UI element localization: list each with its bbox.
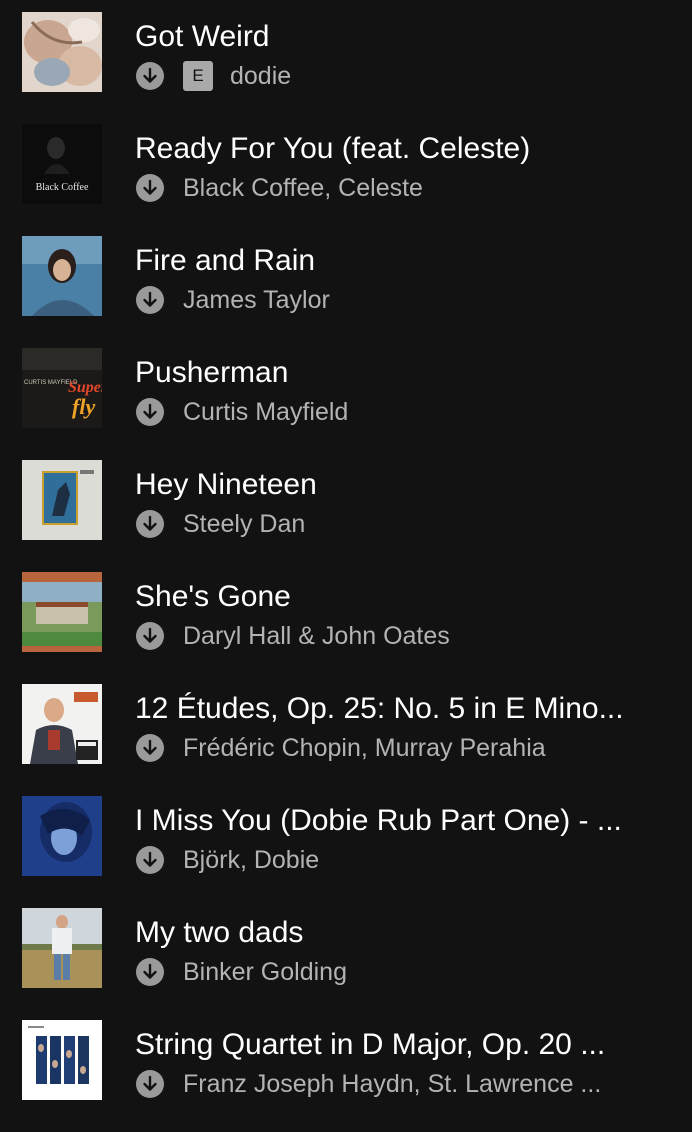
- download-arrow-icon: [136, 286, 164, 314]
- explicit-badge: E: [183, 61, 213, 91]
- track-row[interactable]: Hey Nineteen Steely Dan: [0, 460, 692, 572]
- track-meta: Binker Golding: [136, 957, 656, 987]
- track-title[interactable]: Fire and Rain: [135, 243, 655, 279]
- track-list: Got Weird E dodie Black Coffee Ready For…: [0, 0, 692, 1130]
- track-title[interactable]: She's Gone: [135, 579, 655, 615]
- track-artist[interactable]: Steely Dan: [183, 509, 305, 539]
- album-cover: CURTIS MAYFIELD Super fly: [22, 348, 102, 428]
- track-meta: E dodie: [136, 61, 656, 91]
- track-meta: James Taylor: [136, 285, 656, 315]
- download-arrow-icon: [136, 510, 164, 538]
- album-cover: [22, 572, 102, 652]
- track-title[interactable]: Hey Nineteen: [135, 467, 655, 503]
- track-row[interactable]: Fire and Rain James Taylor: [0, 236, 692, 348]
- track-meta: Daryl Hall & John Oates: [136, 621, 656, 651]
- track-artist[interactable]: Frédéric Chopin, Murray Perahia: [183, 733, 546, 763]
- album-cover: [22, 796, 102, 876]
- album-cover: [22, 12, 102, 92]
- track-meta: Steely Dan: [136, 509, 656, 539]
- track-artist[interactable]: Curtis Mayfield: [183, 397, 348, 427]
- track-row[interactable]: My two dads Binker Golding: [0, 908, 692, 1020]
- track-title[interactable]: Got Weird: [135, 19, 655, 55]
- track-title[interactable]: 12 Études, Op. 25: No. 5 in E Mino...: [135, 691, 655, 727]
- track-meta: Black Coffee, Celeste: [136, 173, 656, 203]
- album-cover: [22, 236, 102, 316]
- track-artist[interactable]: Binker Golding: [183, 957, 347, 987]
- track-meta: Curtis Mayfield: [136, 397, 656, 427]
- download-arrow-icon: [136, 958, 164, 986]
- album-cover: [22, 1020, 102, 1100]
- track-artist[interactable]: James Taylor: [183, 285, 330, 315]
- download-arrow-icon: [136, 174, 164, 202]
- download-arrow-icon: [136, 62, 164, 90]
- download-arrow-icon: [136, 1070, 164, 1098]
- album-cover: [22, 460, 102, 540]
- album-cover: Black Coffee: [22, 124, 102, 204]
- track-row[interactable]: Got Weird E dodie: [0, 12, 692, 124]
- track-row[interactable]: She's Gone Daryl Hall & John Oates: [0, 572, 692, 684]
- download-arrow-icon: [136, 846, 164, 874]
- album-cover: [22, 684, 102, 764]
- track-row[interactable]: 12 Études, Op. 25: No. 5 in E Mino... Fr…: [0, 684, 692, 796]
- track-row[interactable]: I Miss You (Dobie Rub Part One) - ... Bj…: [0, 796, 692, 908]
- track-row[interactable]: CURTIS MAYFIELD Super fly Pusherman Curt…: [0, 348, 692, 460]
- download-arrow-icon: [136, 398, 164, 426]
- track-artist[interactable]: Daryl Hall & John Oates: [183, 621, 450, 651]
- track-artist[interactable]: Franz Joseph Haydn, St. Lawrence ...: [183, 1069, 601, 1099]
- track-meta: Björk, Dobie: [136, 845, 656, 875]
- track-row[interactable]: Black Coffee Ready For You (feat. Celest…: [0, 124, 692, 236]
- track-row[interactable]: String Quartet in D Major, Op. 20 ... Fr…: [0, 1020, 692, 1132]
- svg-text:fly: fly: [72, 394, 95, 419]
- track-title[interactable]: My two dads: [135, 915, 655, 951]
- track-meta: Franz Joseph Haydn, St. Lawrence ...: [136, 1069, 656, 1099]
- download-arrow-icon: [136, 622, 164, 650]
- cover-label: Black Coffee: [36, 182, 89, 193]
- album-cover: [22, 908, 102, 988]
- track-artist[interactable]: Black Coffee, Celeste: [183, 173, 423, 203]
- track-title[interactable]: I Miss You (Dobie Rub Part One) - ...: [135, 803, 655, 839]
- track-title[interactable]: Ready For You (feat. Celeste): [135, 131, 655, 167]
- track-artist[interactable]: dodie: [230, 61, 291, 91]
- track-artist[interactable]: Björk, Dobie: [183, 845, 319, 875]
- download-arrow-icon: [136, 734, 164, 762]
- track-title[interactable]: Pusherman: [135, 355, 655, 391]
- track-title[interactable]: String Quartet in D Major, Op. 20 ...: [135, 1027, 655, 1063]
- track-meta: Frédéric Chopin, Murray Perahia: [136, 733, 656, 763]
